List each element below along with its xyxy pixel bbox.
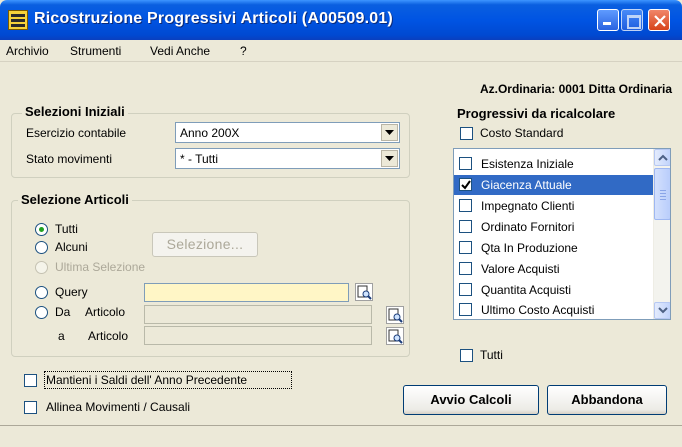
close-button[interactable] <box>648 9 670 31</box>
allinea-label: Allinea Movimenti / Causali <box>46 400 191 414</box>
lookup-icon <box>357 285 372 300</box>
tutti-label: Tutti <box>480 348 503 362</box>
list-item-checkbox[interactable] <box>459 303 472 316</box>
menu-bar: Archivio Strumenti Vedi Anche ? <box>0 40 682 62</box>
check-icon <box>461 180 471 190</box>
da-articolo-lookup-button[interactable] <box>386 306 404 324</box>
list-item-ordinato-fornitori[interactable]: Ordinato Fornitori <box>454 217 654 237</box>
window: Ricostruzione Progressivi Articoli (A005… <box>0 0 682 447</box>
a-articolo-lookup-button[interactable] <box>386 327 404 345</box>
radio-ultima-label: Ultima Selezione <box>55 260 146 274</box>
close-icon <box>654 15 666 27</box>
list-item-label: Esistenza Iniziale <box>481 157 574 171</box>
progressivi-listbox[interactable]: Esistenza Iniziale Giacenza Attuale Impe… <box>453 148 671 320</box>
selezione-button-label: Selezione... <box>166 236 244 252</box>
a-articolo-input[interactable] <box>144 326 372 345</box>
list-item-checkbox[interactable] <box>459 241 472 254</box>
selezione-button[interactable]: Selezione... <box>152 232 258 257</box>
company-label: Az.Ordinaria: 0001 Ditta Ordinaria <box>479 82 672 96</box>
radio-ultima-selezione[interactable] <box>35 261 48 274</box>
da-articolo-label: Articolo <box>85 305 126 319</box>
lookup-icon <box>388 329 403 344</box>
radio-alcuni[interactable] <box>35 241 48 254</box>
stato-select[interactable]: * - Tutti <box>175 148 400 169</box>
a-label: a <box>58 329 65 343</box>
app-icon <box>8 10 28 30</box>
query-lookup-button[interactable] <box>355 283 373 301</box>
list-item-checkbox[interactable] <box>459 220 472 233</box>
query-input[interactable] <box>144 283 349 302</box>
radio-tutti-label: Tutti <box>55 222 78 236</box>
menu-archivio[interactable]: Archivio <box>6 44 49 58</box>
scroll-down-button[interactable] <box>654 302 670 319</box>
list-item-ultimo-costo-acquisti[interactable]: Ultimo Costo Acquisti <box>454 300 654 319</box>
selezione-articoli-title: Selezione Articoli <box>18 192 132 207</box>
list-item-qta-in-produzione[interactable]: Qta In Produzione <box>454 238 654 258</box>
radio-tutti[interactable] <box>35 223 48 236</box>
da-articolo-input[interactable] <box>144 305 372 324</box>
list-scrollbar[interactable] <box>653 149 670 319</box>
list-item-valore-acquisti[interactable]: Valore Acquisti <box>454 259 654 279</box>
selezioni-iniziali-title: Selezioni Iniziali <box>22 104 128 119</box>
list-item-esistenza-iniziale[interactable]: Esistenza Iniziale <box>454 154 654 174</box>
tutti-checkbox[interactable] <box>460 349 473 362</box>
allinea-checkbox[interactable] <box>24 401 37 414</box>
radio-da-label: Da <box>55 305 71 319</box>
list-item-checkbox[interactable] <box>459 262 472 275</box>
list-item-label: Ultimo Costo Acquisti <box>481 303 595 317</box>
stato-label: Stato movimenti <box>26 152 113 166</box>
title-bar[interactable]: Ricostruzione Progressivi Articoli (A005… <box>0 0 682 40</box>
avvio-calcoli-button[interactable]: Avvio Calcoli <box>403 385 539 415</box>
chevron-down-icon[interactable] <box>381 150 398 167</box>
list-item-label: Impegnato Clienti <box>481 199 575 213</box>
radio-da[interactable] <box>35 306 48 319</box>
costo-standard-checkbox[interactable] <box>460 127 473 140</box>
esercizio-label: Esercizio contabile <box>26 126 127 140</box>
list-item-checkbox[interactable] <box>459 178 472 191</box>
abbandona-button[interactable]: Abbandona <box>547 385 667 415</box>
abbandona-label: Abbandona <box>571 392 643 407</box>
chevron-down-icon[interactable] <box>381 124 398 141</box>
chevron-down-icon <box>658 307 668 314</box>
list-item-label: Valore Acquisti <box>481 262 560 276</box>
avvio-calcoli-label: Avvio Calcoli <box>430 392 512 407</box>
list-item-label: Qta In Produzione <box>481 241 578 255</box>
list-item-giacenza-attuale[interactable]: Giacenza Attuale <box>454 175 654 195</box>
maximize-button[interactable] <box>621 9 643 31</box>
list-item-label: Ordinato Fornitori <box>481 220 575 234</box>
list-item-checkbox[interactable] <box>459 157 472 170</box>
lookup-icon <box>388 308 403 323</box>
list-item-checkbox[interactable] <box>459 283 472 296</box>
mantieni-saldi-label: Mantieni i Saldi dell' Anno Precedente <box>46 373 248 387</box>
radio-alcuni-label: Alcuni <box>55 240 88 254</box>
scroll-up-button[interactable] <box>654 149 670 166</box>
costo-standard-label: Costo Standard <box>480 126 564 140</box>
list-item-label: Quantita Acquisti <box>481 283 572 297</box>
chevron-up-icon <box>658 154 668 161</box>
a-articolo-label: Articolo <box>88 329 129 343</box>
mantieni-saldi-checkbox[interactable] <box>24 374 37 387</box>
progressivi-title: Progressivi da ricalcolare <box>457 106 616 121</box>
radio-query-label: Query <box>55 285 88 299</box>
stato-value: * - Tutti <box>180 152 219 166</box>
window-title: Ricostruzione Progressivi Articoli (A005… <box>34 10 393 27</box>
minimize-button[interactable] <box>597 9 619 31</box>
esercizio-select[interactable]: Anno 200X <box>175 122 400 143</box>
status-bar <box>0 425 682 447</box>
menu-help[interactable]: ? <box>240 44 247 58</box>
scroll-thumb[interactable] <box>654 168 670 220</box>
list-item-impegnato-clienti[interactable]: Impegnato Clienti <box>454 196 654 216</box>
list-item-checkbox[interactable] <box>459 199 472 212</box>
list-item-label: Giacenza Attuale <box>481 178 572 192</box>
list-item-quantita-acquisti[interactable]: Quantita Acquisti <box>454 280 654 300</box>
menu-strumenti[interactable]: Strumenti <box>70 44 121 58</box>
radio-query[interactable] <box>35 286 48 299</box>
menu-vedi-anche[interactable]: Vedi Anche <box>150 44 210 58</box>
esercizio-value: Anno 200X <box>180 126 240 140</box>
